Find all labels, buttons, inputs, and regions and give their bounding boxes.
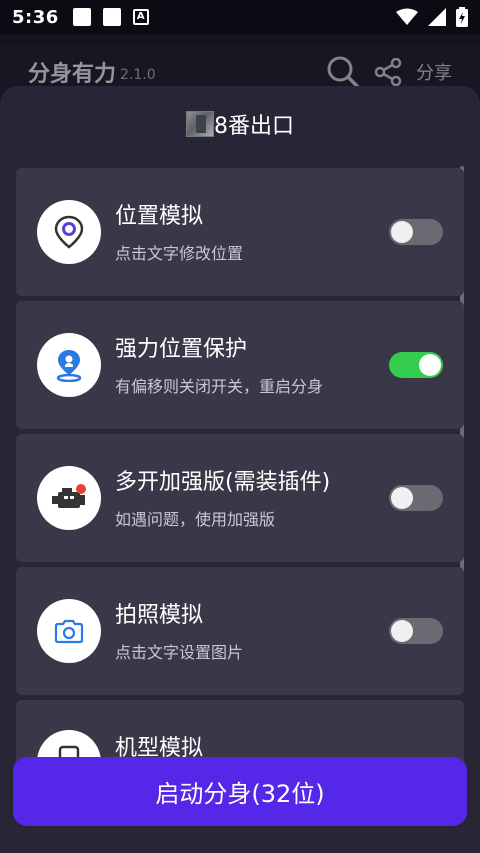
option-title[interactable]: 多开加强版(需装插件) bbox=[115, 464, 330, 496]
option-multi-enhanced[interactable]: 多开加强版(需装插件) 如遇问题，使用加强版 bbox=[16, 434, 464, 562]
camera-sim-toggle[interactable] bbox=[389, 618, 443, 644]
share-label[interactable]: 分享 bbox=[416, 59, 452, 85]
location-pin-icon bbox=[37, 200, 101, 264]
option-camera-sim[interactable]: 拍照模拟 点击文字设置图片 bbox=[16, 567, 464, 695]
engine-icon bbox=[37, 466, 101, 530]
toggle-knob bbox=[391, 221, 413, 243]
battery-icon bbox=[456, 7, 468, 27]
location-shield-icon bbox=[37, 333, 101, 397]
app-version: 2.1.0 bbox=[120, 67, 156, 83]
multi-enhanced-toggle[interactable] bbox=[389, 485, 443, 511]
signal-icon bbox=[428, 8, 446, 26]
option-location-protect[interactable]: 强力位置保护 有偏移则关闭开关，重启分身 bbox=[16, 301, 464, 429]
screen: 5:36 A 分身有力 2.1.0 分享 8番出口 位置模拟 点击文字修改位置 … bbox=[0, 0, 480, 853]
sheet-title-text: 8番出口 bbox=[214, 114, 294, 139]
status-bar: 5:36 A bbox=[0, 0, 480, 34]
option-subtitle[interactable]: 有偏移则关闭开关，重启分身 bbox=[115, 373, 362, 397]
toggle-knob bbox=[391, 487, 413, 509]
option-subtitle[interactable]: 点击文字设置图片 bbox=[115, 639, 243, 663]
option-subtitle[interactable]: 如遇问题，使用加强版 bbox=[115, 506, 275, 530]
toggle-knob bbox=[391, 620, 413, 642]
status-time: 5:36 bbox=[12, 6, 59, 28]
option-title[interactable]: 拍照模拟 bbox=[115, 597, 203, 629]
app-title: 分身有力 bbox=[28, 62, 117, 87]
bottom-sheet: 8番出口 位置模拟 点击文字修改位置 强力位置保护 有偏移则关闭开关，重启分身 … bbox=[0, 86, 480, 853]
location-sim-toggle[interactable] bbox=[389, 219, 443, 245]
app-thumbnail-icon bbox=[186, 111, 214, 137]
search-icon[interactable] bbox=[326, 55, 360, 89]
toggle-knob bbox=[419, 354, 441, 376]
wifi-icon bbox=[396, 8, 418, 25]
notification-icon-2 bbox=[102, 8, 121, 26]
location-protect-toggle[interactable] bbox=[389, 352, 443, 378]
option-location-sim[interactable]: 位置模拟 点击文字修改位置 bbox=[16, 168, 464, 296]
option-subtitle[interactable]: 点击文字修改位置 bbox=[115, 240, 243, 264]
status-right bbox=[396, 7, 468, 27]
camera-icon bbox=[37, 599, 101, 663]
option-title[interactable]: 强力位置保护 bbox=[115, 331, 247, 363]
start-clone-button[interactable]: 启动分身(32位) bbox=[13, 757, 467, 826]
option-title[interactable]: 位置模拟 bbox=[115, 198, 203, 230]
notification-icon bbox=[72, 8, 91, 26]
share-icon[interactable] bbox=[374, 58, 402, 86]
sheet-title: 8番出口 bbox=[0, 108, 480, 140]
app-header-actions: 分享 bbox=[326, 55, 452, 89]
a-badge-icon: A bbox=[132, 9, 149, 25]
